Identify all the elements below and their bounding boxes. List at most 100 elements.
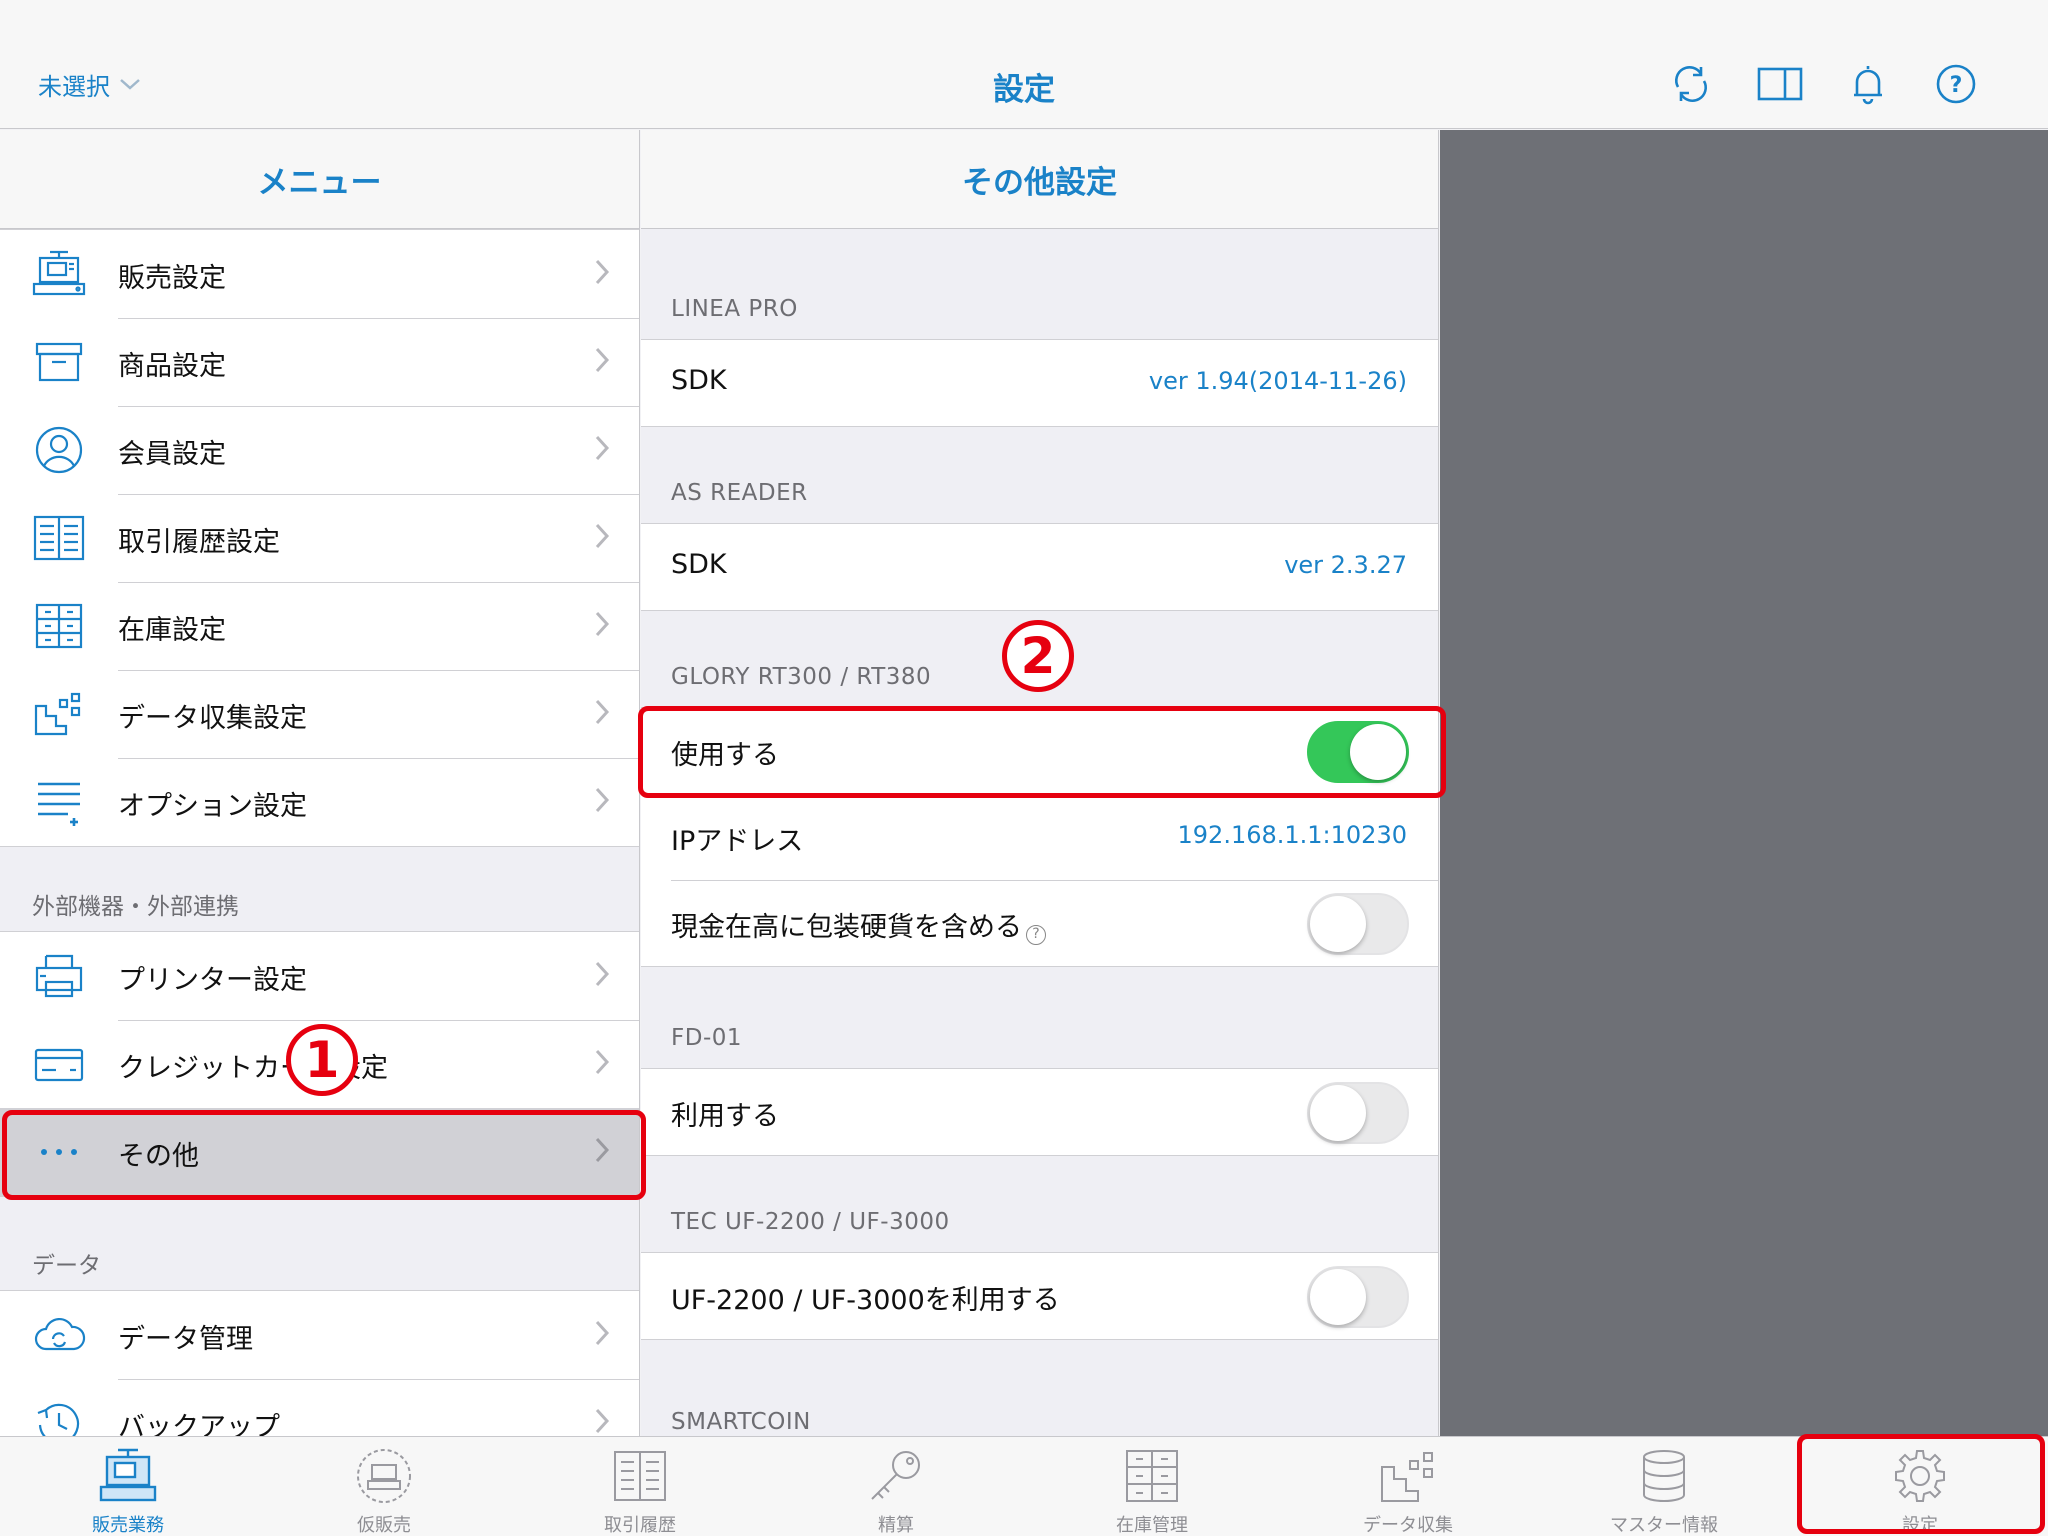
ledger-icon <box>32 514 86 562</box>
menu-item-inventory-settings[interactable]: 在庫設定 <box>0 582 639 670</box>
row-glory-wrapped-coins: 現金在高に包装硬貨を含める? <box>641 880 1438 966</box>
menu-item-option-settings[interactable]: オプション設定 <box>0 758 639 846</box>
tab-label: 仮販売 <box>357 1515 411 1536</box>
row-value: ver 1.94(2014-11-26) <box>1148 367 1407 395</box>
chevron-right-icon <box>595 1049 610 1075</box>
section-header-external: 外部機器・外部連携 <box>32 894 239 920</box>
menu-item-label: 商品設定 <box>118 351 226 382</box>
database-icon <box>1634 1447 1694 1505</box>
tab-settlement[interactable]: 精算 <box>768 1437 1024 1536</box>
menu-item-label: データ管理 <box>118 1324 253 1355</box>
group-fd01: 利用する <box>641 1068 1438 1156</box>
box-icon <box>32 338 86 386</box>
menu-item-other[interactable]: その他 <box>0 1108 639 1196</box>
list-plus-icon <box>32 778 86 826</box>
tab-master-info[interactable]: マスター情報 <box>1536 1437 1792 1536</box>
tab-transaction-history[interactable]: 取引履歴 <box>512 1437 768 1536</box>
row-value: ver 2.3.27 <box>1284 551 1407 579</box>
page-title: 設定 <box>993 72 1055 108</box>
menu-group-general: 販売設定 商品設定 会員設定 取引履歴設定 在庫設定 データ収集設定 オプション… <box>0 229 639 847</box>
menu-item-label: オプション設定 <box>118 791 307 822</box>
menu-group-data: データ管理 バックアップ <box>0 1290 639 1436</box>
menu-item-label: その他 <box>118 1141 199 1172</box>
menu-header: メニュー <box>0 130 639 229</box>
ip-address-value: 192.168.1.1:10230 <box>1177 821 1407 849</box>
section-header-smartcoin: SMARTCOIN <box>671 1409 811 1435</box>
tec-use-toggle[interactable] <box>1307 1266 1409 1328</box>
credit-card-icon <box>32 1040 86 1088</box>
row-tec-use: UF-2200 / UF-3000を利用する <box>641 1253 1438 1339</box>
tab-data-collection[interactable]: データ収集 <box>1280 1437 1536 1536</box>
toggle-knob <box>1310 1269 1366 1325</box>
gear-icon <box>1890 1447 1950 1505</box>
row-linea-sdk: SDK ver 1.94(2014-11-26) <box>641 340 1438 426</box>
row-asreader-sdk: SDK ver 2.3.27 <box>641 524 1438 610</box>
chevron-right-icon <box>595 435 610 461</box>
annotation-step-2: 2 <box>1002 620 1074 692</box>
menu-item-backup[interactable]: バックアップ <box>0 1379 639 1436</box>
fd01-use-toggle[interactable] <box>1307 1082 1409 1144</box>
menu-item-label: 会員設定 <box>118 439 226 470</box>
data-collect-icon <box>32 690 86 738</box>
sync-icon[interactable] <box>1667 62 1715 106</box>
row-label-text: 現金在高に包装硬貨を含める <box>671 912 1022 943</box>
store-select-dropdown[interactable]: 未選択 <box>38 66 142 102</box>
menu-item-label: プリンター設定 <box>118 965 307 996</box>
toggle-knob <box>1310 1085 1366 1141</box>
row-glory-use: 使用する <box>641 708 1438 794</box>
person-icon <box>32 426 86 474</box>
store-select-label: 未選択 <box>38 72 110 101</box>
section-header-fd01: FD-01 <box>671 1025 743 1051</box>
history-icon <box>32 1399 86 1436</box>
menu-item-label: バックアップ <box>118 1412 280 1436</box>
chevron-right-icon <box>595 611 610 637</box>
chevron-right-icon <box>595 347 610 373</box>
chevron-right-icon <box>595 1320 610 1346</box>
cloud-sync-icon <box>32 1311 86 1359</box>
group-as-reader: SDK ver 2.3.27 <box>641 523 1438 611</box>
section-header-tec: TEC UF-2200 / UF-3000 <box>671 1209 950 1235</box>
menu-item-data-management[interactable]: データ管理 <box>0 1291 639 1379</box>
key-icon <box>866 1447 926 1505</box>
tab-inventory[interactable]: 在庫管理 <box>1024 1437 1280 1536</box>
navigation-bar: 未選択 設定 ? <box>0 0 2048 129</box>
tab-label: マスター情報 <box>1610 1515 1718 1536</box>
wrapped-coins-toggle[interactable] <box>1307 893 1409 955</box>
help-icon[interactable]: ? <box>1026 925 1046 945</box>
printer-icon <box>32 952 86 1000</box>
row-glory-ip[interactable]: IPアドレス 192.168.1.1:10230 <box>641 794 1438 880</box>
menu-panel: メニュー 販売設定 商品設定 会員設定 取引履歴設定 在庫設定 データ収集設定 … <box>0 130 640 1436</box>
menu-item-label: 取引履歴設定 <box>118 527 280 558</box>
chevron-right-icon <box>595 699 610 725</box>
help-icon[interactable]: ? <box>1932 62 1980 106</box>
menu-item-printer-settings[interactable]: プリンター設定 <box>0 932 639 1020</box>
dimmed-overlay[interactable] <box>1440 130 2048 1436</box>
tab-bar: 販売業務 仮販売 取引履歴 精算 在庫管理 データ収集 マスター情報 設定 <box>0 1436 2048 1536</box>
menu-item-sales-settings[interactable]: 販売設定 <box>0 230 639 318</box>
tab-settings[interactable]: 設定 <box>1792 1437 2048 1536</box>
menu-item-data-collection-settings[interactable]: データ収集設定 <box>0 670 639 758</box>
detail-panel: その他設定 LINEA PRO SDK ver 1.94(2014-11-26)… <box>641 130 1439 1436</box>
toggle-knob <box>1310 896 1366 952</box>
group-tec: UF-2200 / UF-3000を利用する <box>641 1252 1438 1340</box>
split-view-icon[interactable] <box>1756 62 1804 106</box>
tab-label: 販売業務 <box>92 1515 164 1536</box>
tab-sales[interactable]: 販売業務 <box>0 1437 256 1536</box>
svg-text:?: ? <box>1950 73 1963 98</box>
row-label: 現金在高に包装硬貨を含める? <box>671 905 1046 945</box>
register-icon <box>98 1447 158 1505</box>
shelf-icon <box>1122 1447 1182 1505</box>
section-header-glory: GLORY RT300 / RT380 <box>671 664 932 690</box>
bell-icon[interactable] <box>1844 62 1892 106</box>
section-header-linea-pro: LINEA PRO <box>671 296 798 322</box>
tab-temp-sale[interactable]: 仮販売 <box>256 1437 512 1536</box>
menu-item-product-settings[interactable]: 商品設定 <box>0 318 639 406</box>
chevron-right-icon <box>595 1408 610 1434</box>
row-label: 使用する <box>671 740 779 771</box>
row-label: 利用する <box>671 1101 779 1132</box>
menu-item-member-settings[interactable]: 会員設定 <box>0 406 639 494</box>
section-header-as-reader: AS READER <box>671 480 808 506</box>
menu-item-transaction-history-settings[interactable]: 取引履歴設定 <box>0 494 639 582</box>
glory-use-toggle[interactable] <box>1307 721 1409 783</box>
section-header-data: データ <box>32 1253 101 1279</box>
